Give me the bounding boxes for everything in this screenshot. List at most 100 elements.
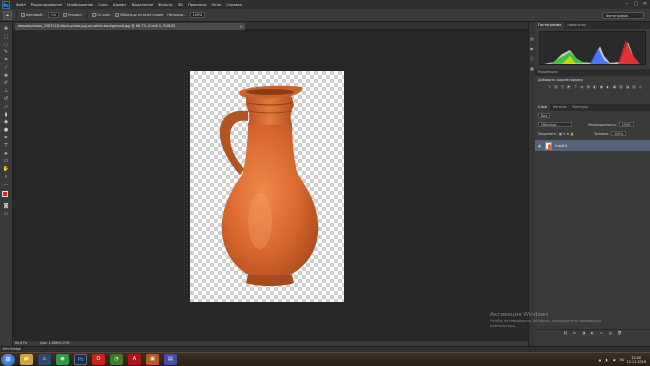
layer-name[interactable]: Слой 0 — [555, 144, 567, 148]
quick-mask-icon[interactable]: ◙ — [2, 203, 11, 210]
adjustments-panel-tab[interactable]: Коррекция — [535, 69, 650, 76]
menu-type[interactable]: Шрифт — [110, 3, 129, 7]
color-lookup-adjustment-icon[interactable]: ▣ — [612, 85, 617, 89]
align-option[interactable]: ✓Образцы со всех слоев — [114, 13, 163, 17]
history-brush-tool-icon[interactable]: ↺ — [2, 96, 11, 103]
quick-select-tool-icon[interactable]: ✎ — [2, 49, 11, 56]
screen-mode-icon[interactable]: ▭ — [2, 211, 11, 218]
taskbar-app-media[interactable]: ▣ — [146, 354, 159, 365]
new-adjustment-icon[interactable]: ◐ — [590, 331, 595, 336]
invert-adjustment-icon[interactable]: ▧ — [619, 85, 624, 89]
zoom-tool-icon[interactable]: ⌕ — [2, 174, 11, 181]
document-canvas[interactable] — [190, 71, 344, 302]
curves-adjustment-icon[interactable]: ◫ — [560, 85, 565, 89]
new-layer-icon[interactable]: ▤ — [608, 331, 613, 336]
transform-checkbox[interactable]: ✓ — [62, 13, 67, 17]
lock-icons[interactable]: ▦ ✎ ✥ 🔒 — [559, 132, 574, 136]
taskbar-app-steam[interactable]: ♨ — [38, 354, 51, 365]
tool-extra-icon[interactable]: ⋯ — [2, 182, 11, 189]
taskbar-app-explorer[interactable]: 📁 — [20, 354, 33, 365]
workspace-dropdown[interactable]: Фотография — [602, 12, 644, 19]
properties-panel-icon[interactable]: ▦ — [530, 66, 535, 72]
lasso-tool-icon[interactable]: ◌ — [2, 42, 11, 49]
move-tool-preset-icon[interactable]: ⌖ — [3, 10, 12, 20]
crop-tool-icon[interactable]: ⌗ — [2, 57, 11, 64]
maximize-icon[interactable]: ▢ — [633, 1, 639, 7]
tray-arrow-icon[interactable]: ▲ — [599, 358, 603, 362]
taskbar-app-utorrent[interactable]: ◔ — [110, 354, 123, 365]
menu-edit[interactable]: Редактирование — [28, 3, 65, 7]
tab-histogram[interactable]: Гистограмма — [535, 22, 565, 29]
hue-saturation-adjustment-icon[interactable]: ◍ — [580, 85, 585, 89]
layer-filter-dropdown[interactable]: Вид — [538, 113, 551, 118]
marquee-tool-icon[interactable]: ⬚ — [2, 34, 11, 41]
hand-tool-icon[interactable]: ✋ — [2, 166, 11, 173]
tab-paths[interactable]: Контуры — [569, 104, 591, 111]
eye-icon[interactable]: ◉ — [538, 144, 542, 148]
menu-file[interactable]: Файл — [13, 3, 28, 7]
shape-tool-icon[interactable]: ▭ — [2, 158, 11, 165]
align-checkbox[interactable]: ✓ — [114, 13, 119, 17]
threshold-adjustment-icon[interactable]: ▨ — [632, 85, 637, 89]
menu-3d[interactable]: 3D — [175, 3, 185, 7]
layer-style-icon[interactable]: fx — [572, 331, 577, 336]
close-icon[interactable]: ✕ — [642, 1, 648, 7]
actions-panel-icon[interactable]: ▶ — [530, 46, 535, 52]
canvas-area[interactable] — [13, 30, 528, 341]
delete-layer-icon[interactable]: 🗑 — [617, 331, 622, 336]
selective-color-adjustment-icon[interactable]: ◎ — [638, 85, 643, 89]
foreground-color-swatch[interactable] — [2, 190, 8, 197]
opacity-input[interactable]: 100% — [189, 12, 206, 18]
menu-window[interactable]: Окно — [209, 3, 224, 7]
dodge-tool-icon[interactable]: ● — [2, 127, 11, 134]
menu-view[interactable]: Просмотр — [185, 3, 209, 7]
layer-checkbox[interactable]: ✓ — [91, 13, 96, 17]
color-balance-adjustment-icon[interactable]: ▤ — [586, 85, 591, 89]
new-group-icon[interactable]: ▭ — [599, 331, 604, 336]
taskbar-app-opera[interactable]: O — [92, 354, 105, 365]
taskbar-app-photoshop[interactable]: Ps — [74, 354, 87, 365]
photo-filter-adjustment-icon[interactable]: ▦ — [599, 85, 604, 89]
autoselect-dropdown[interactable]: Сл — [48, 12, 59, 18]
start-button[interactable]: ⊞ — [1, 353, 15, 366]
taskbar-app-acrobat[interactable]: A — [128, 354, 141, 365]
taskbar-app-browser[interactable]: ◉ — [56, 354, 69, 365]
close-tab-icon[interactable]: × — [240, 23, 243, 30]
zoom-readout[interactable]: 66,67% — [15, 341, 27, 345]
layer-option[interactable]: ✓Сл.ком. — [91, 13, 111, 17]
move-tool-icon[interactable]: ✥ — [2, 26, 11, 33]
layer-opacity-input[interactable]: 100% — [618, 122, 634, 127]
fill-input[interactable]: 100% — [611, 131, 627, 136]
posterize-adjustment-icon[interactable]: ◪ — [625, 85, 630, 89]
type-tool-icon[interactable]: T — [2, 143, 11, 150]
brush-tool-icon[interactable]: ✐ — [2, 80, 11, 87]
menu-layers[interactable]: Слои — [96, 3, 111, 7]
color-swatches[interactable] — [1, 190, 12, 201]
brightness-adjustment-icon[interactable]: ☼ — [547, 85, 552, 89]
minimize-icon[interactable]: – — [624, 1, 630, 7]
network-icon[interactable]: ▮ — [606, 358, 610, 362]
transform-option[interactable]: ✓Управл. — [62, 13, 83, 17]
eraser-tool-icon[interactable]: ▱ — [2, 104, 11, 111]
pen-tool-icon[interactable]: ✒ — [2, 135, 11, 142]
healing-tool-icon[interactable]: ✚ — [2, 73, 11, 80]
blur-tool-icon[interactable]: ◆ — [2, 119, 11, 126]
vibrance-adjustment-icon[interactable]: ▽ — [573, 85, 578, 89]
blend-mode-dropdown[interactable]: Обычные — [538, 122, 572, 127]
menu-filter[interactable]: Фильтр — [156, 3, 175, 7]
channel-mixer-adjustment-icon[interactable]: ◐ — [606, 85, 611, 89]
document-tab[interactable]: depositphotos_2085118-stock-photo-jug-on… — [15, 23, 245, 30]
info-panel-icon[interactable]: ⓘ — [530, 56, 535, 62]
stamp-tool-icon[interactable]: ⊥ — [2, 88, 11, 95]
autoselect-checkbox[interactable]: ✓ — [21, 13, 25, 17]
tab-channels[interactable]: Каналы — [550, 104, 570, 111]
clock[interactable]: 12:00 12.11.2019 — [627, 356, 646, 365]
menu-help[interactable]: Справка — [224, 3, 245, 7]
autoselect-option[interactable]: ✓Автовыб.: — [21, 13, 44, 17]
taskbar-app-other[interactable]: ▤ — [164, 354, 177, 365]
gradient-tool-icon[interactable]: ▮ — [2, 112, 11, 119]
volume-icon[interactable]: ◀ — [613, 358, 617, 362]
add-mask-icon[interactable]: ◨ — [581, 331, 586, 336]
link-layers-icon[interactable]: ⛓ — [563, 331, 568, 336]
path-select-tool-icon[interactable]: ➤ — [2, 151, 11, 158]
